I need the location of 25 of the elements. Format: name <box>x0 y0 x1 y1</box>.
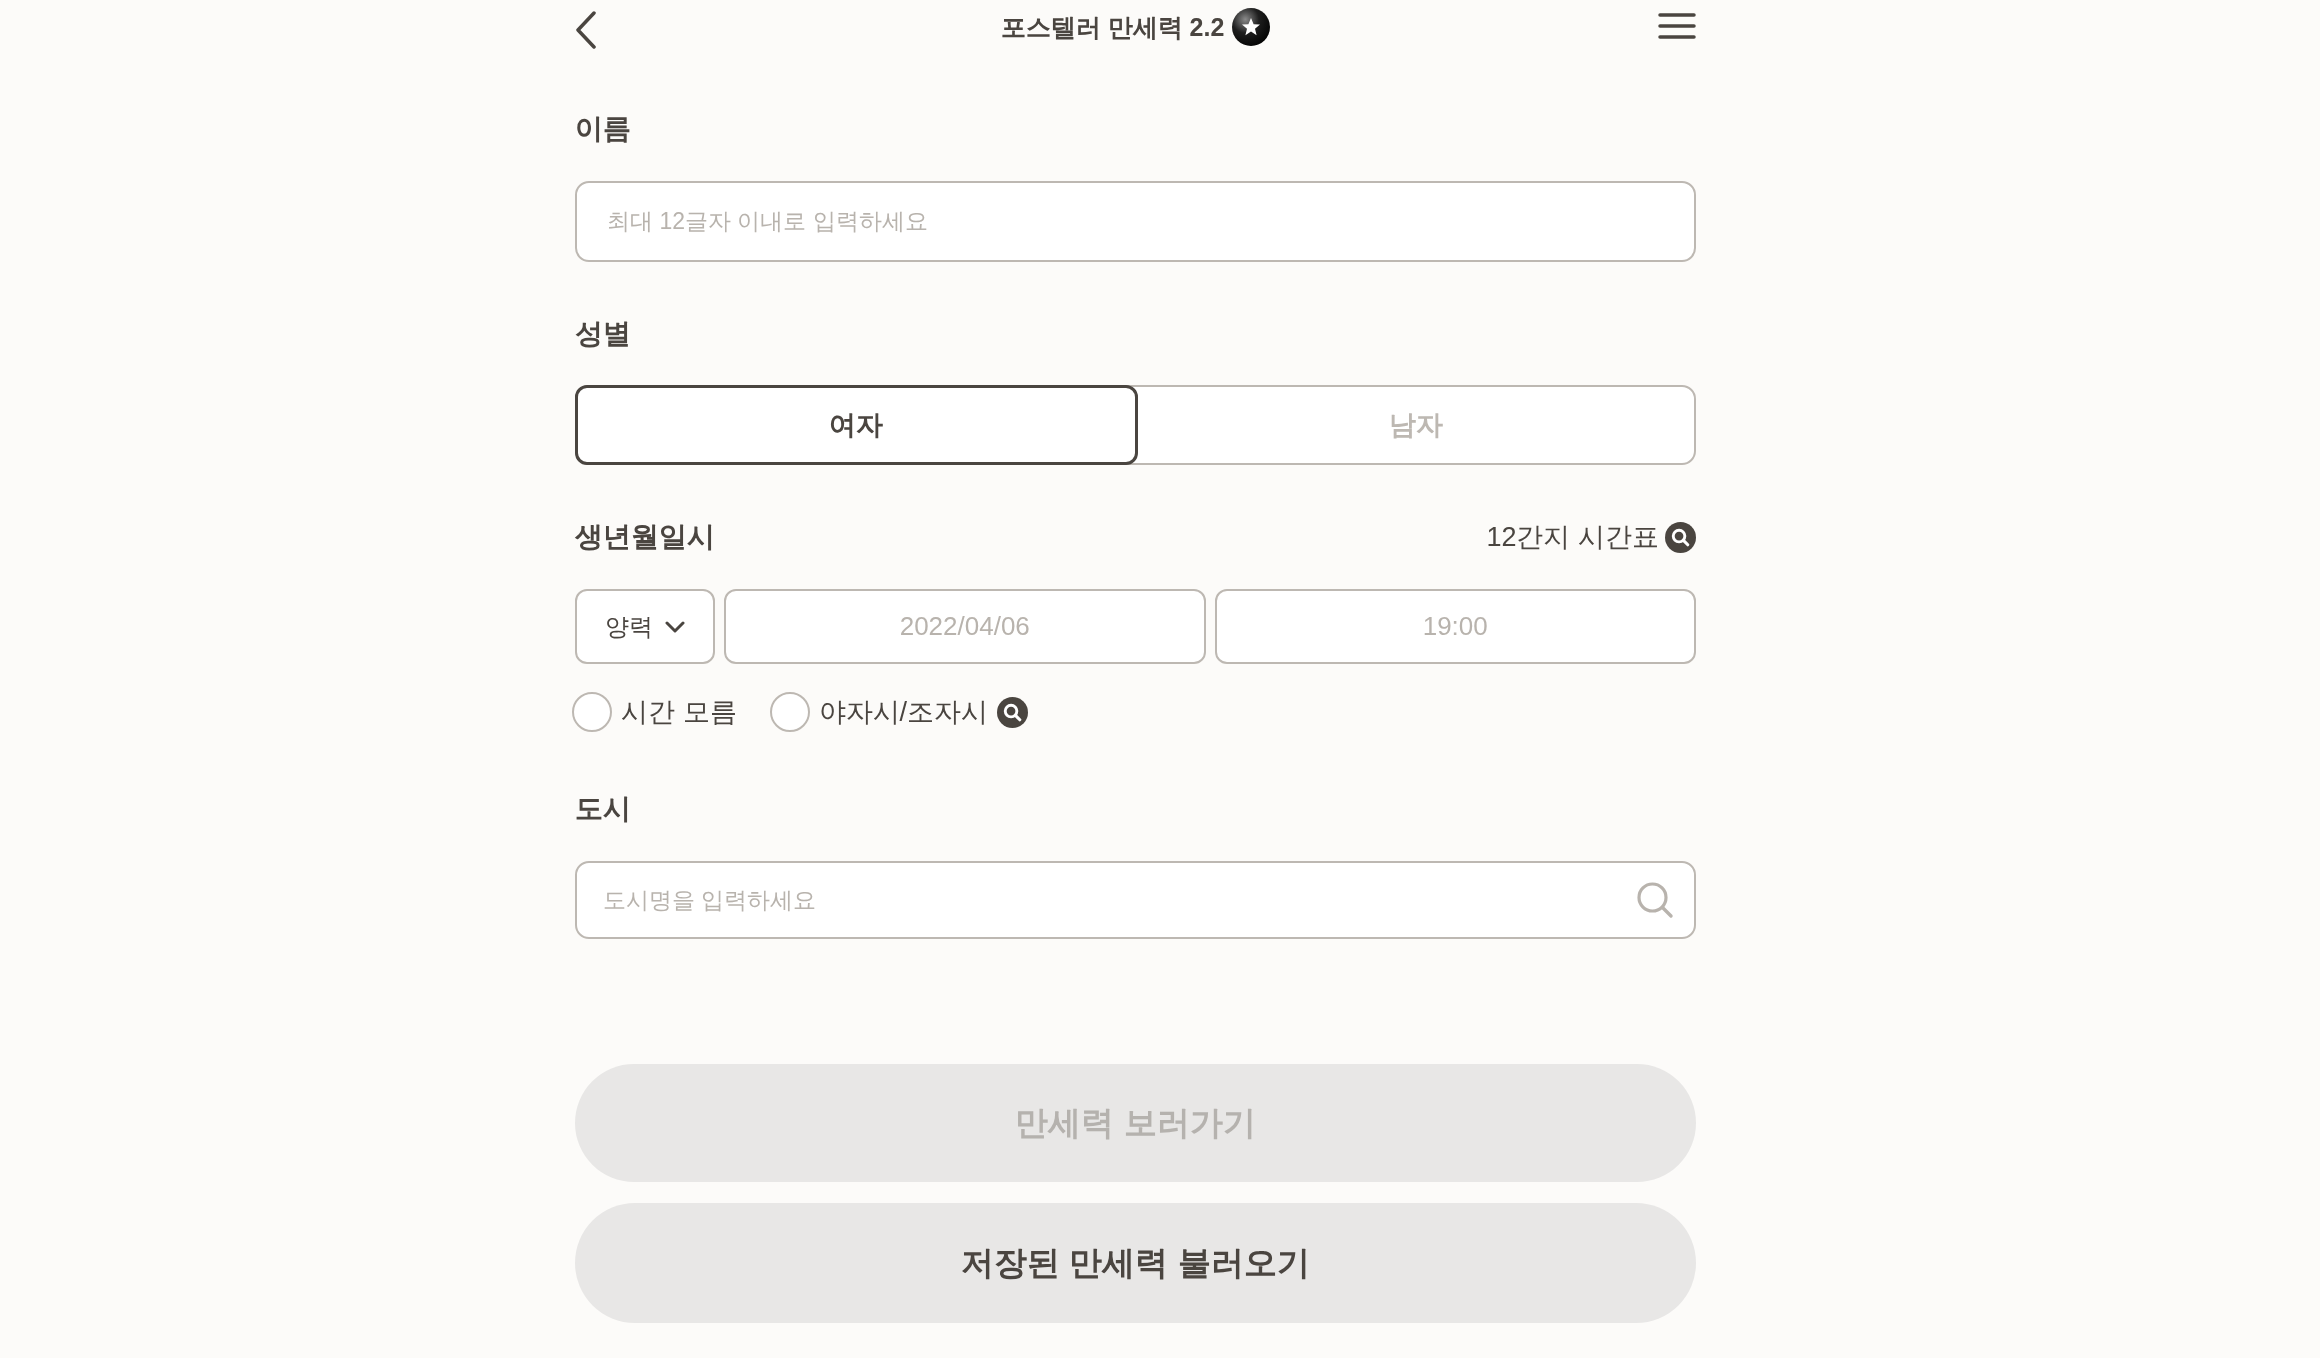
option-label[interactable]: 시간 모름 <box>621 692 737 732</box>
city-input[interactable]: 도시명을 입력하세요 <box>575 861 1696 939</box>
app-title: 포스텔러 만세력 2.2 <box>1000 12 1225 43</box>
action-button[interactable]: 저장된 만세력 불러오기 <box>575 1203 1696 1323</box>
back-button[interactable] <box>575 11 597 49</box>
option-label[interactable]: 야자시/조자시 <box>818 692 989 732</box>
timetable-link[interactable]: 12간지 시간표 <box>1486 517 1696 557</box>
radio-button[interactable] <box>572 692 612 732</box>
calendar-select[interactable]: 양력 <box>575 589 715 664</box>
chevron-left-icon <box>575 11 597 49</box>
search-icon <box>1665 521 1696 553</box>
field-label: 생년월일시 <box>575 520 715 554</box>
name-input[interactable]: 최대 12글자 이내로 입력하세요 <box>575 181 1696 262</box>
date-input[interactable]: 2022/04/06 <box>724 589 1206 664</box>
menu-icon <box>1658 12 1696 40</box>
radio-button[interactable] <box>769 692 810 732</box>
search-icon[interactable] <box>997 696 1029 728</box>
chevron-down-icon <box>665 620 685 633</box>
field-label: 이름 <box>575 112 631 146</box>
time-input[interactable]: 19:00 <box>1214 589 1696 664</box>
field-label: 성별 <box>575 317 631 351</box>
field-label: 도시 <box>575 792 631 826</box>
menu-button[interactable] <box>1658 12 1696 40</box>
gender-option[interactable]: 여자 <box>575 385 1138 465</box>
star-badge-icon <box>1232 8 1271 46</box>
